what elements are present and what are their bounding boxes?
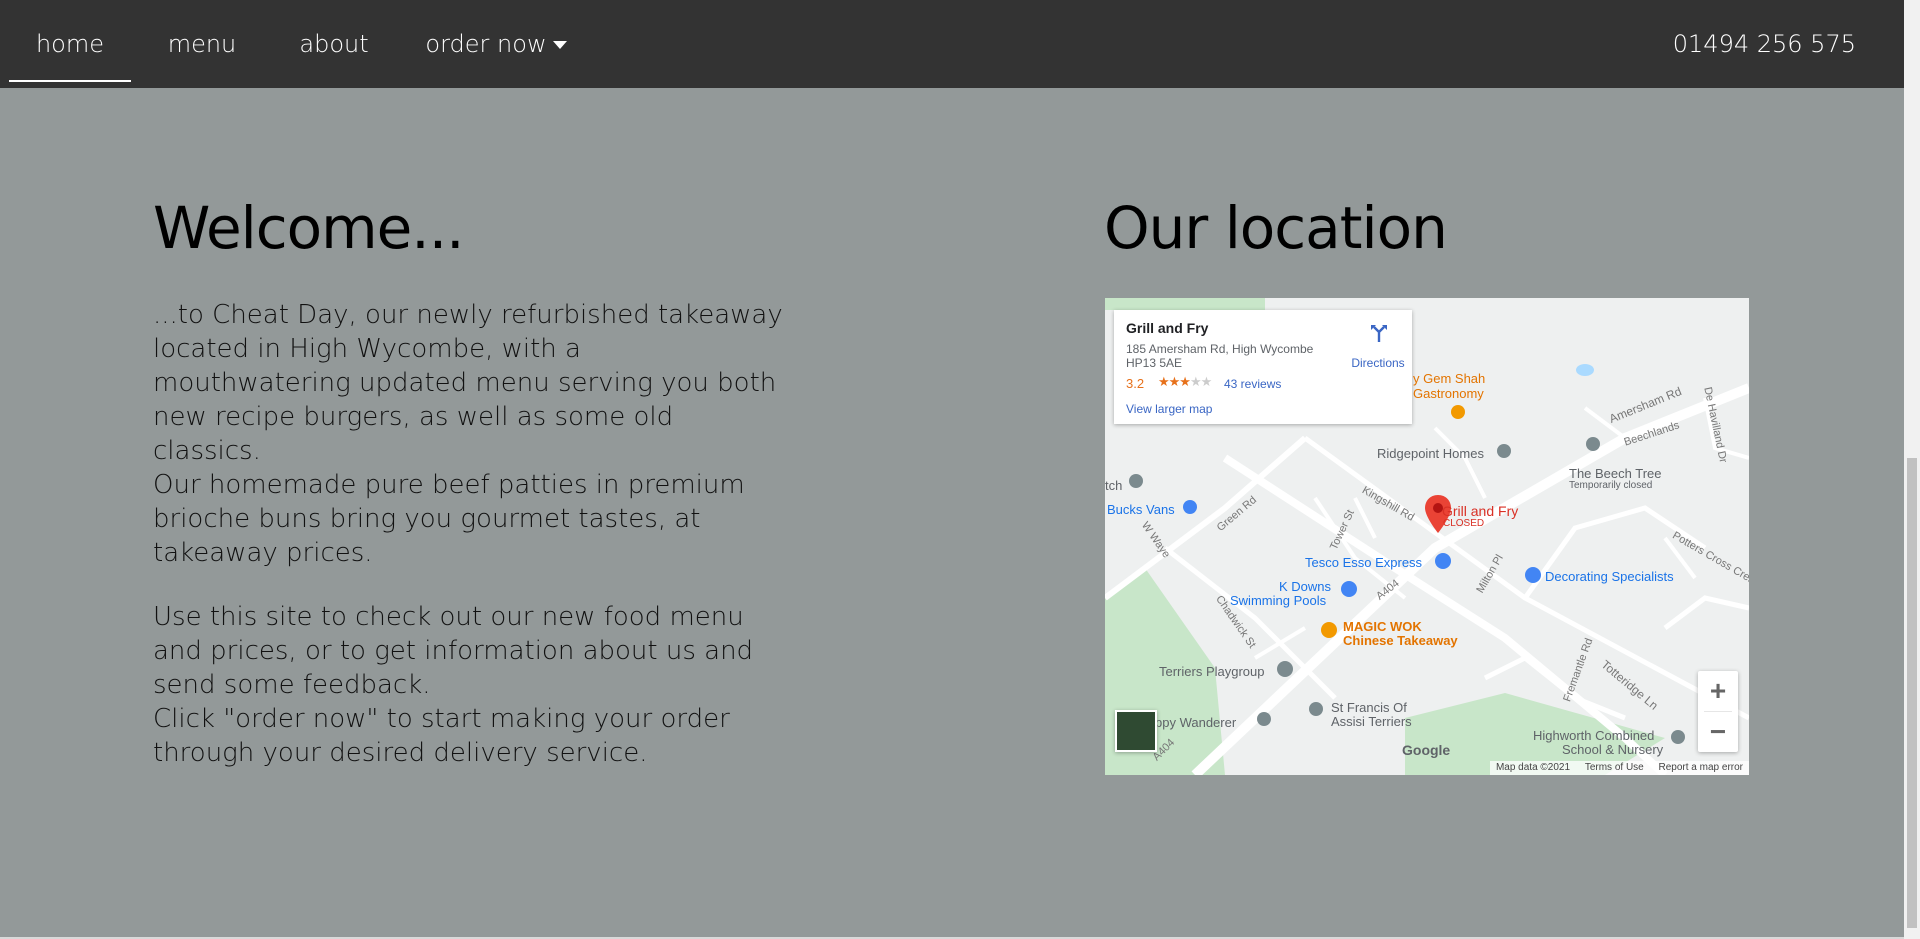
poi-label: Gastronomy xyxy=(1413,386,1484,401)
church-icon xyxy=(1309,702,1323,716)
poi-label: Chinese Takeaway xyxy=(1343,633,1458,648)
place-info-card: Grill and Fry 185 Amersham Rd, High Wyco… xyxy=(1114,310,1412,424)
place-pin-icon xyxy=(1497,444,1511,458)
text-line: Use this site to check out our new food … xyxy=(153,602,744,632)
poi-label: Swimming Pools xyxy=(1230,593,1327,608)
restaurant-icon xyxy=(1451,405,1465,419)
poi-label: ppy Wanderer xyxy=(1155,715,1237,730)
text-line: brioche buns bring you gourmet tastes, a… xyxy=(153,504,701,534)
address-line: 185 Amersham Rd, High Wycombe xyxy=(1126,342,1314,356)
directions-link[interactable]: Directions xyxy=(1340,356,1416,370)
marker-status-label: CLOSED xyxy=(1443,518,1485,529)
scrollbar-thumb[interactable] xyxy=(1907,458,1917,928)
text-line: classics. xyxy=(153,436,261,466)
address-line: HP13 5AE xyxy=(1126,356,1183,370)
order-now-label: order now xyxy=(425,30,547,58)
place-name: Grill and Fry xyxy=(1126,320,1209,336)
poi-label: Decorating Specialists xyxy=(1545,569,1674,584)
restaurant-icon xyxy=(1321,622,1337,638)
caret-down-icon xyxy=(552,41,567,49)
place-pin-icon xyxy=(1586,437,1600,451)
place-pin-icon xyxy=(1129,474,1143,488)
poi-label: The Beech Tree xyxy=(1569,466,1662,481)
welcome-paragraph-1: ...to Cheat Day, our newly refurbished t… xyxy=(153,298,813,570)
rating-value: 3.2 xyxy=(1126,376,1145,391)
text-line: send some feedback. xyxy=(153,670,431,700)
poi-label: St Francis Of xyxy=(1331,700,1407,715)
poi-label: K Downs xyxy=(1279,579,1332,594)
text-line: takeaway prices. xyxy=(153,538,373,568)
report-map-error-link[interactable]: Report a map error xyxy=(1659,762,1743,773)
poi-label: Ridgepoint Homes xyxy=(1377,446,1484,461)
text-line: and prices, or to get information about … xyxy=(153,636,754,666)
terms-of-use-link[interactable]: Terms of Use xyxy=(1585,762,1644,773)
poi-status-label: Temporarily closed xyxy=(1569,480,1653,491)
nav-about-link[interactable]: about xyxy=(284,0,384,80)
location-title: Our location xyxy=(1104,194,1448,262)
text-line: located in High Wycombe, with a xyxy=(153,334,581,364)
poi-label: Assisi Terriers xyxy=(1331,714,1412,729)
view-larger-map-link[interactable]: View larger map xyxy=(1126,402,1212,416)
text-line: ...to Cheat Day, our newly refurbished t… xyxy=(153,300,783,330)
poi-label: Tesco Esso Express xyxy=(1305,555,1423,570)
reviews-link[interactable]: 43 reviews xyxy=(1224,377,1281,391)
navbar: home menu about order now 01494 256 575 xyxy=(0,0,1904,88)
place-address: 185 Amersham Rd, High Wycombe HP13 5AE xyxy=(1126,342,1326,370)
google-logo: Google xyxy=(1402,742,1451,758)
school-icon xyxy=(1671,730,1685,744)
nav-home-link[interactable]: home xyxy=(9,0,131,82)
school-icon xyxy=(1277,661,1293,677)
location-map[interactable]: Grill and Fry 185 Amersham Rd, High Wyco… xyxy=(1105,298,1749,775)
directions-icon[interactable] xyxy=(1368,322,1390,344)
rating-stars-icon: ★★★★★ xyxy=(1158,374,1212,389)
text-line: Click "order now" to start making your o… xyxy=(153,704,730,734)
poi-label: Highworth Combined xyxy=(1533,728,1655,743)
poi-label: tch xyxy=(1105,478,1123,493)
shop-icon xyxy=(1435,553,1451,569)
poi-label: MAGIC WOK xyxy=(1343,619,1422,634)
poi-label: Bucks Vans xyxy=(1107,502,1175,517)
nav-order-now-dropdown[interactable]: order now xyxy=(416,0,576,80)
map-attribution: Map data ©2021 Terms of Use Report a map… xyxy=(1489,761,1749,775)
phone-number: 01494 256 575 xyxy=(1672,30,1856,58)
zoom-controls: + − xyxy=(1698,671,1738,752)
nav-menu-link[interactable]: menu xyxy=(150,0,254,80)
text-line: new recipe burgers, as well as some old xyxy=(153,402,674,432)
poi-label: Terriers Playgroup xyxy=(1159,664,1265,679)
map-data-text: Map data ©2021 xyxy=(1495,762,1571,773)
welcome-title: Welcome... xyxy=(153,194,465,262)
place-pin-icon xyxy=(1257,712,1271,726)
page-scrollbar[interactable] xyxy=(1904,0,1920,939)
swimming-icon xyxy=(1341,581,1357,597)
poi-label: School & Nursery xyxy=(1562,742,1664,757)
shop-icon xyxy=(1183,500,1197,514)
welcome-paragraph-2: Use this site to check out our new food … xyxy=(153,600,813,770)
zoom-in-button[interactable]: + xyxy=(1698,671,1738,711)
poi-label: y Gem Shah xyxy=(1413,371,1486,386)
text-line: Our homemade pure beef patties in premiu… xyxy=(153,470,745,500)
text-line: through your desired delivery service. xyxy=(153,738,648,768)
satellite-view-toggle[interactable] xyxy=(1115,710,1157,752)
marker-name-label: Grill and Fry xyxy=(1442,503,1519,519)
zoom-out-button[interactable]: − xyxy=(1698,712,1738,752)
text-line: mouthwatering updated menu serving you b… xyxy=(153,368,777,398)
shop-icon xyxy=(1525,567,1541,583)
